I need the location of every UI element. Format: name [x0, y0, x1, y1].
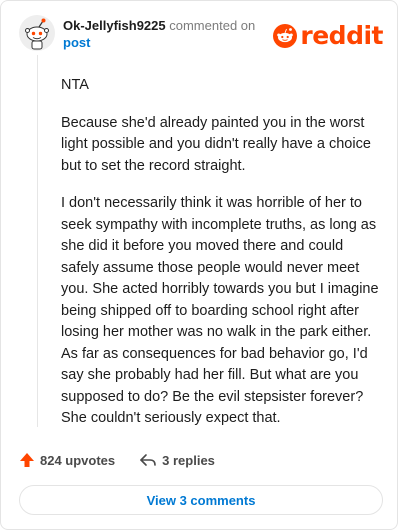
thread-line — [37, 55, 38, 427]
reddit-snoo-icon — [273, 24, 298, 48]
replies-count: 3 replies — [162, 452, 215, 468]
comment-paragraph: NTA — [61, 77, 89, 93]
avatar[interactable] — [19, 15, 55, 51]
view-comments-button[interactable]: View 3 comments — [19, 485, 383, 515]
reply-arrow-icon — [140, 454, 156, 466]
reddit-wordmark: reddit — [300, 21, 383, 50]
comment-card: Ok-Jellyfish9225 commented on post reddi… — [0, 0, 398, 530]
username[interactable]: Ok-Jellyfish9225 — [63, 18, 166, 33]
arrow-up-icon — [20, 453, 34, 467]
snoo-avatar-icon — [19, 15, 55, 51]
upvote-count: 824 upvotes — [40, 452, 116, 468]
reddit-logo: reddit — [273, 21, 383, 51]
comment-header: Ok-Jellyfish9225 commented on post reddi… — [19, 15, 383, 55]
upvote-button[interactable]: 824 upvotes — [19, 452, 115, 468]
comment-paragraph: Because she'd already painted you in the… — [61, 114, 371, 174]
post-link[interactable]: post — [63, 35, 90, 50]
author-line: Ok-Jellyfish9225 commented on — [63, 17, 255, 34]
replies-button[interactable]: 3 replies — [139, 452, 215, 468]
commented-on-label: commented on — [169, 18, 256, 33]
comment-actions: 824 upvotes 3 replies — [19, 449, 239, 471]
comment-paragraph: I don't necessarily think it was horribl… — [61, 195, 379, 426]
comment-body: NTA Because she'd already painted you in… — [61, 75, 383, 446]
